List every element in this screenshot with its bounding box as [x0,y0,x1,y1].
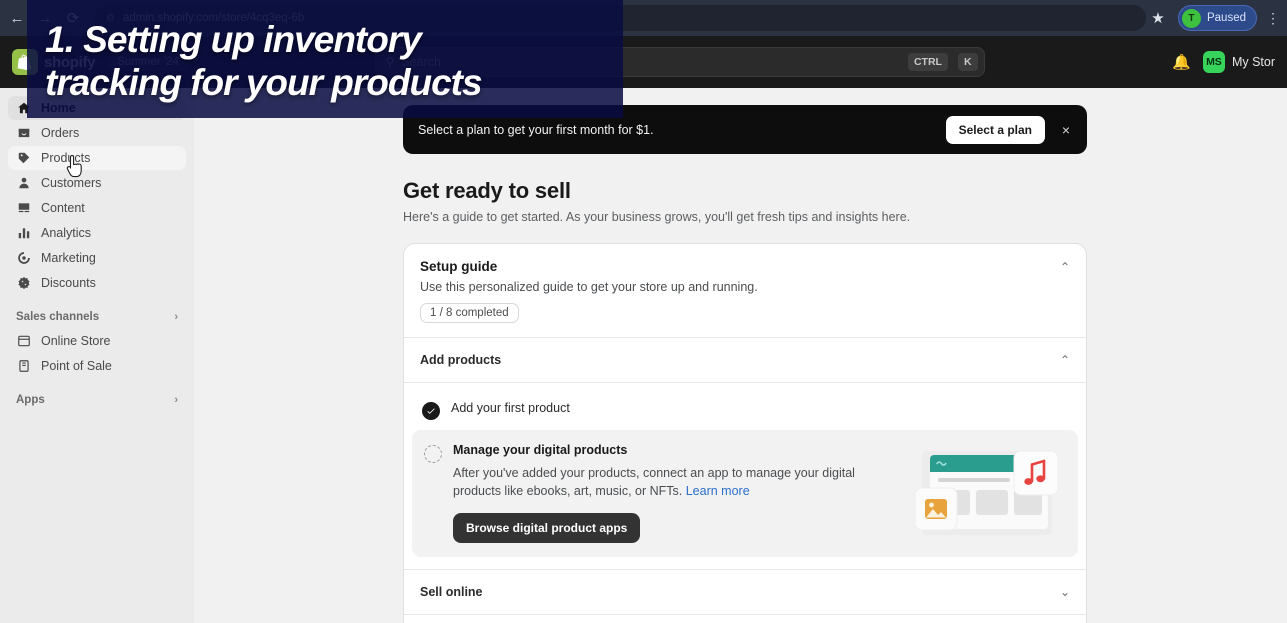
task-manage-digital-products[interactable]: Manage your digital products After you'v… [412,430,1078,558]
progress-badge: 1 / 8 completed [420,303,519,323]
orders-icon [16,126,31,141]
header-right: 🔔 MS My Stor [1172,51,1275,73]
marketing-target-icon [16,251,31,266]
sidebar-label-content: Content [41,201,85,215]
sidebar-item-discounts[interactable]: Discounts [8,271,186,295]
add-products-body: Add your first product Manage your digit… [404,382,1086,570]
video-title-overlay: 1. Setting up inventory tracking for you… [27,0,623,118]
section-sell-online[interactable]: Sell online ⌄ [404,569,1086,614]
overlay-line-2: tracking for your products [45,62,483,103]
customers-icon [16,176,31,191]
profile-paused-chip[interactable]: T Paused [1177,5,1257,31]
sidebar-item-online-store[interactable]: Online Store [8,329,186,353]
task-description: After you've added your products, connec… [453,464,873,500]
browser-toolbar-right: ★ T Paused ⋮ [1146,5,1287,31]
online-store-icon [16,334,31,349]
chevron-down-icon-sell-online[interactable]: ⌄ [1060,585,1070,599]
sidebar-item-customers[interactable]: Customers [8,171,186,195]
task-description-text: After you've added your products, connec… [453,466,855,499]
check-circle-filled-icon [422,402,440,420]
account-avatar: MS [1202,51,1225,73]
content-icon [16,201,31,216]
chevron-right-icon[interactable]: › [174,311,178,323]
task-title-add-first-product: Add your first product [451,401,570,415]
sidebar-item-marketing[interactable]: Marketing [8,246,186,270]
sidebar-label-marketing: Marketing [41,251,96,265]
shortcut-k-badge: K [957,53,978,71]
sidebar-section-apps[interactable]: Apps › [8,388,186,412]
analytics-bars-icon [16,226,31,241]
sidebar-label-products: Products [41,151,91,165]
select-a-plan-button[interactable]: Select a plan [945,115,1045,144]
discounts-icon [16,276,31,291]
shortcut-ctrl-badge: CTRL [907,53,948,71]
main-content: Select a plan to get your first month fo… [194,88,1287,623]
section-add-products[interactable]: Add products ⌃ [404,337,1086,382]
sidebar-label-discounts: Discounts [41,276,96,290]
notifications-bell-icon[interactable]: 🔔 [1172,53,1191,71]
chevron-up-icon-add-products[interactable]: ⌃ [1060,353,1070,367]
sidebar-label-orders: Orders [41,126,80,140]
task-body: Manage your digital products After you'v… [453,443,887,544]
page-header: Get ready to sell Here's a guide to get … [403,178,1087,224]
section-store-settings[interactable]: Store settings ⌄ [404,614,1086,623]
setup-guide-header: Setup guide Use this personalized guide … [404,244,1086,337]
profile-status-label: Paused [1206,12,1246,24]
profile-avatar: T [1181,8,1201,28]
setup-guide-title: Setup guide [420,259,498,274]
bookmark-star-icon[interactable]: ★ [1146,9,1170,27]
sidebar-label-analytics: Analytics [41,226,92,240]
account-name: My Stor [1231,55,1275,69]
sidebar-label-customers: Customers [41,176,102,190]
sidebar-label-point-of-sale: Point of Sale [41,359,112,373]
page-title: Get ready to sell [403,178,571,203]
setup-guide-subtitle: Use this personalized guide to get your … [420,280,758,294]
task-title-manage-digital-products: Manage your digital products [453,443,628,457]
apps-label: Apps [16,394,45,406]
sidebar-item-analytics[interactable]: Analytics [8,221,186,245]
account-menu[interactable]: MS My Stor [1202,51,1275,73]
sidebar-nav: Home Orders Products Customers Content A… [0,88,194,623]
task-add-first-product[interactable]: Add your first product [412,391,1078,430]
chevron-right-icon-apps[interactable]: › [174,394,178,406]
section-label-sell-online: Sell online [420,585,483,600]
setup-guide-card: Setup guide Use this personalized guide … [403,243,1087,623]
chevron-up-icon-setup-guide[interactable]: ⌃ [1060,260,1070,274]
point-of-sale-icon [16,359,31,374]
sidebar-item-products[interactable]: Products [8,146,186,170]
overlay-line-1: 1. Setting up inventory [45,19,422,61]
browser-menu-icon[interactable]: ⋮ [1265,10,1281,27]
learn-more-link[interactable]: Learn more [686,484,750,498]
sidebar-item-point-of-sale[interactable]: Point of Sale [8,354,186,378]
sidebar-section-sales-channels[interactable]: Sales channels › [8,305,186,329]
products-tag-icon [16,151,31,166]
sidebar-item-orders[interactable]: Orders [8,121,186,145]
check-circle-dashed-icon[interactable] [424,445,442,463]
sidebar-item-content[interactable]: Content [8,196,186,220]
sidebar-label-online-store: Online Store [41,334,111,348]
sales-channels-label: Sales channels [16,311,100,323]
digital-products-illustration [914,450,1059,535]
browse-digital-product-apps-button[interactable]: Browse digital product apps [453,513,641,544]
plan-banner-text: Select a plan to get your first month fo… [418,122,654,137]
page-subtitle: Here's a guide to get started. As your b… [403,210,911,224]
screen-root: ← → ⟳ ⚙ admin.shopify.com/store/4cq3eq-6… [0,0,1287,623]
section-label-add-products: Add products [420,353,502,367]
close-icon[interactable]: × [1055,122,1077,138]
